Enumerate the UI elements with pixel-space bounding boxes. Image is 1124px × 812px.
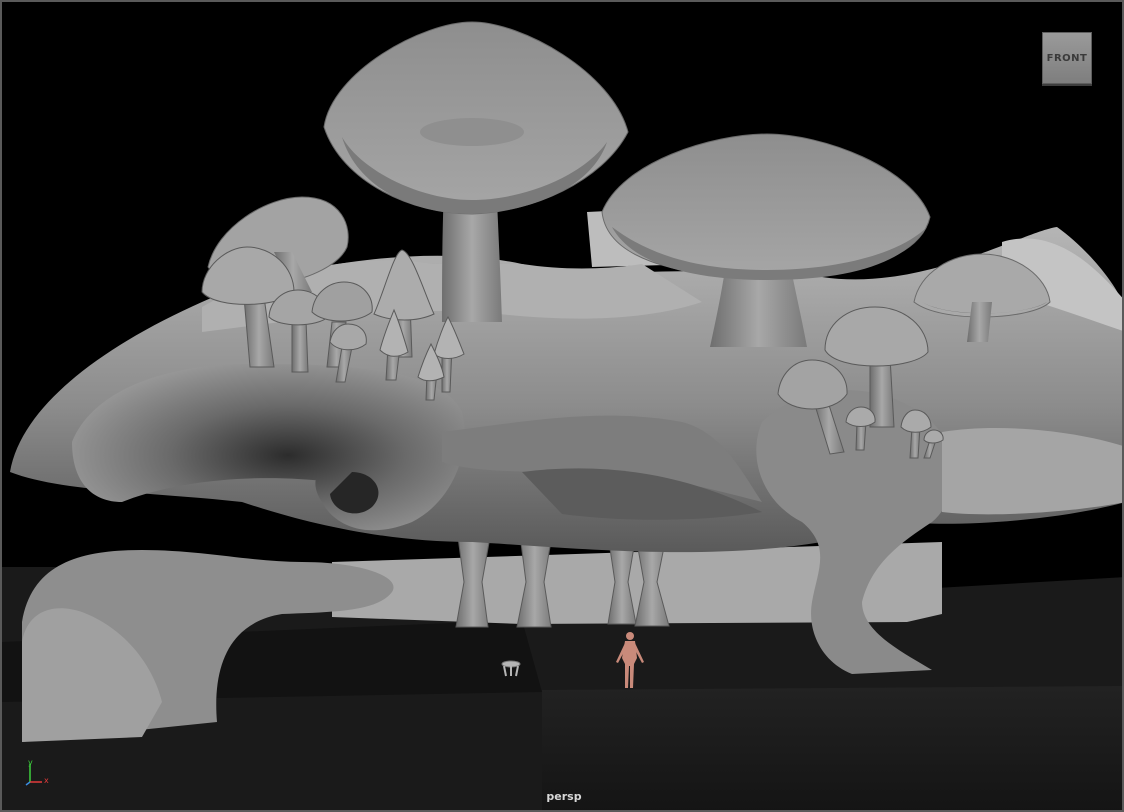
axis-y-label: y <box>28 758 33 767</box>
axis-gizmo: y x <box>25 758 49 786</box>
scene-render[interactable] <box>2 2 1124 812</box>
view-cube-face-label: FRONT <box>1046 52 1088 64</box>
prop-small-table <box>501 660 521 677</box>
axis-z-line <box>25 781 31 786</box>
view-cube[interactable]: FRONT <box>1042 32 1092 84</box>
maya-viewport[interactable]: FRONT y x persp <box>0 0 1124 812</box>
camera-name-label[interactable]: persp <box>2 790 1122 803</box>
axis-x-label: x <box>44 776 49 785</box>
